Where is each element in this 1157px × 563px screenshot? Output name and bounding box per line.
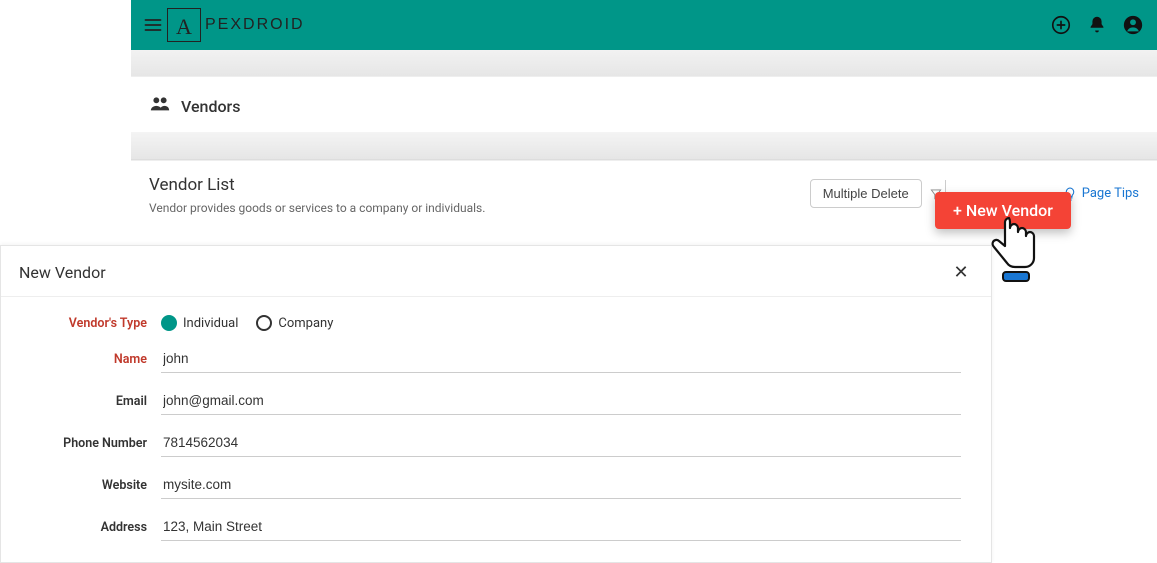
label-vendors-type: Vendor's Type	[1, 316, 161, 331]
phone-field[interactable]	[161, 429, 961, 457]
page-tips-label: Page Tips	[1082, 186, 1139, 201]
label-phone: Phone Number	[1, 436, 161, 451]
add-icon[interactable]	[1047, 11, 1075, 39]
bell-icon[interactable]	[1083, 11, 1111, 39]
website-field[interactable]	[161, 471, 961, 499]
label-website: Website	[1, 478, 161, 493]
name-field[interactable]	[161, 345, 961, 373]
topbar: A PEXDROID	[131, 0, 1157, 50]
page-tips-link[interactable]: Page Tips	[1062, 186, 1139, 202]
people-icon	[149, 93, 171, 119]
brand-logo: A	[167, 8, 201, 42]
vendor-form: Vendor's Type Individual Company Name Em…	[1, 297, 991, 541]
address-field[interactable]	[161, 513, 961, 541]
vendors-type-radio-group: Individual Company	[161, 315, 333, 331]
label-address: Address	[1, 520, 161, 535]
brand: A PEXDROID	[167, 8, 305, 42]
new-vendor-modal: New Vendor ✕ Vendor's Type Individual Co…	[0, 245, 992, 563]
multiple-delete-button[interactable]: Multiple Delete	[810, 179, 922, 208]
separator	[131, 132, 1157, 160]
label-email: Email	[1, 394, 161, 409]
hamburger-menu-button[interactable]	[141, 13, 165, 37]
radio-individual-label: Individual	[183, 316, 238, 331]
brand-name: PEXDROID	[205, 16, 305, 34]
radio-individual[interactable]: Individual	[161, 315, 238, 331]
label-name: Name	[1, 352, 161, 367]
account-icon[interactable]	[1119, 11, 1147, 39]
email-field[interactable]	[161, 387, 961, 415]
separator	[131, 50, 1157, 76]
list-subtitle: Vendor provides goods or services to a c…	[149, 201, 810, 215]
radio-company[interactable]: Company	[256, 315, 333, 331]
page-title-card: Vendors	[131, 76, 1157, 136]
radio-dot-icon	[161, 315, 177, 331]
modal-title: New Vendor	[19, 263, 949, 282]
page-title: Vendors	[181, 97, 240, 116]
radio-company-label: Company	[278, 316, 333, 331]
brand-logo-letter: A	[176, 16, 192, 38]
list-title: Vendor List	[149, 175, 810, 195]
cursor-hand-icon	[985, 210, 1045, 290]
radio-dot-icon	[256, 315, 272, 331]
close-icon[interactable]: ✕	[949, 260, 973, 284]
